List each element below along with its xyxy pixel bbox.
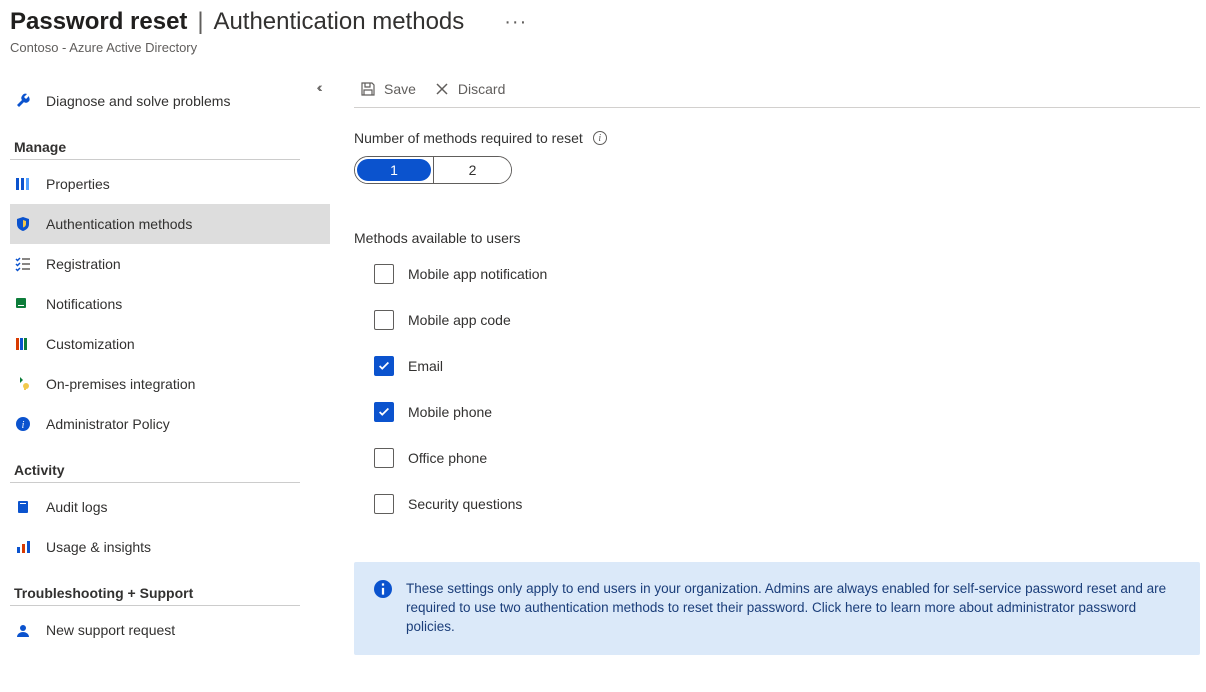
info-icon: i <box>14 415 32 433</box>
palette-icon <box>14 335 32 353</box>
checklist-icon <box>14 255 32 273</box>
methods-count-option-2[interactable]: 2 <box>433 157 511 183</box>
discard-button[interactable]: Discard <box>434 81 505 97</box>
sidebar-item-admin-policy[interactable]: i Administrator Policy <box>10 404 330 444</box>
toolbar: Save Discard <box>354 81 1200 108</box>
discard-button-label: Discard <box>458 81 505 97</box>
methods-count-option-1[interactable]: 1 <box>355 157 433 183</box>
sidebar-item-label: Usage & insights <box>46 539 151 555</box>
info-banner-text[interactable]: These settings only apply to end users i… <box>406 580 1180 637</box>
sidebar-group-activity: Activity <box>10 462 330 478</box>
methods-count-toggle: 1 2 <box>354 156 512 184</box>
chart-icon <box>14 538 32 556</box>
page-header: Password reset | Authentication methods … <box>10 8 1206 36</box>
sidebar-item-auth-methods[interactable]: Authentication methods <box>10 204 330 244</box>
key-icon <box>14 375 32 393</box>
sidebar-item-customization[interactable]: Customization <box>10 324 330 364</box>
sidebar-item-label: Administrator Policy <box>46 416 170 432</box>
notification-icon <box>14 295 32 313</box>
sidebar-item-on-premises[interactable]: On-premises integration <box>10 364 330 404</box>
method-label: Email <box>408 358 443 374</box>
info-tooltip-icon[interactable]: i <box>593 131 607 145</box>
close-icon <box>434 81 450 97</box>
method-row-office-phone: Office phone <box>374 448 1200 468</box>
method-row-mobile-notification: Mobile app notification <box>374 264 1200 284</box>
divider <box>10 605 300 606</box>
sidebar-item-label: New support request <box>46 622 175 638</box>
properties-icon <box>14 175 32 193</box>
shield-icon <box>14 215 32 233</box>
info-banner: These settings only apply to end users i… <box>354 562 1200 655</box>
sidebar-item-diagnose[interactable]: Diagnose and solve problems <box>10 81 330 121</box>
sidebar-group-manage: Manage <box>10 139 330 155</box>
person-headset-icon <box>14 621 32 639</box>
svg-text:i: i <box>22 420 25 431</box>
divider <box>10 482 300 483</box>
method-row-email: Email <box>374 356 1200 376</box>
sidebar: ‹‹ Diagnose and solve problems Manage Pr… <box>10 81 330 655</box>
sidebar-item-label: Audit logs <box>46 499 107 515</box>
page-title: Password reset <box>10 8 187 35</box>
method-label: Mobile app notification <box>408 266 547 282</box>
sidebar-item-registration[interactable]: Registration <box>10 244 330 284</box>
methods-checklist: Mobile app notification Mobile app code … <box>374 264 1200 514</box>
methods-available-label: Methods available to users <box>354 230 1200 246</box>
save-button[interactable]: Save <box>360 81 416 97</box>
checkbox-email[interactable] <box>374 356 394 376</box>
divider <box>10 159 300 160</box>
checkbox-mobile-notification[interactable] <box>374 264 394 284</box>
sidebar-item-support-request[interactable]: New support request <box>10 610 330 650</box>
checkbox-mobile-phone[interactable] <box>374 402 394 422</box>
sidebar-group-support: Troubleshooting + Support <box>10 585 330 601</box>
checkbox-office-phone[interactable] <box>374 448 394 468</box>
main-content: Save Discard Number of methods required … <box>330 81 1200 655</box>
method-label: Mobile app code <box>408 312 511 328</box>
sidebar-item-usage[interactable]: Usage & insights <box>10 527 330 567</box>
wrench-icon <box>14 92 32 110</box>
method-row-mobile-code: Mobile app code <box>374 310 1200 330</box>
sidebar-item-label: On-premises integration <box>46 376 195 392</box>
sidebar-item-audit-logs[interactable]: Audit logs <box>10 487 330 527</box>
method-label: Mobile phone <box>408 404 492 420</box>
method-label: Security questions <box>408 496 522 512</box>
method-row-security-questions: Security questions <box>374 494 1200 514</box>
page-subtitle: Authentication methods <box>213 8 464 35</box>
checkbox-mobile-code[interactable] <box>374 310 394 330</box>
more-actions-icon[interactable]: ··· <box>504 11 527 34</box>
title-separator: | <box>197 8 203 35</box>
sidebar-item-notifications[interactable]: Notifications <box>10 284 330 324</box>
book-icon <box>14 498 32 516</box>
save-icon <box>360 81 376 97</box>
sidebar-item-label: Customization <box>46 336 135 352</box>
methods-required-label: Number of methods required to reset <box>354 130 583 146</box>
sidebar-item-properties[interactable]: Properties <box>10 164 330 204</box>
sidebar-item-label: Registration <box>46 256 121 272</box>
sidebar-item-label: Properties <box>46 176 110 192</box>
save-button-label: Save <box>384 81 416 97</box>
sidebar-item-label: Diagnose and solve problems <box>46 93 230 109</box>
checkbox-security-questions[interactable] <box>374 494 394 514</box>
sidebar-item-label: Authentication methods <box>46 216 192 232</box>
method-row-mobile-phone: Mobile phone <box>374 402 1200 422</box>
sidebar-item-label: Notifications <box>46 296 122 312</box>
method-label: Office phone <box>408 450 487 466</box>
breadcrumb: Contoso - Azure Active Directory <box>10 40 1206 55</box>
info-icon <box>374 580 392 598</box>
